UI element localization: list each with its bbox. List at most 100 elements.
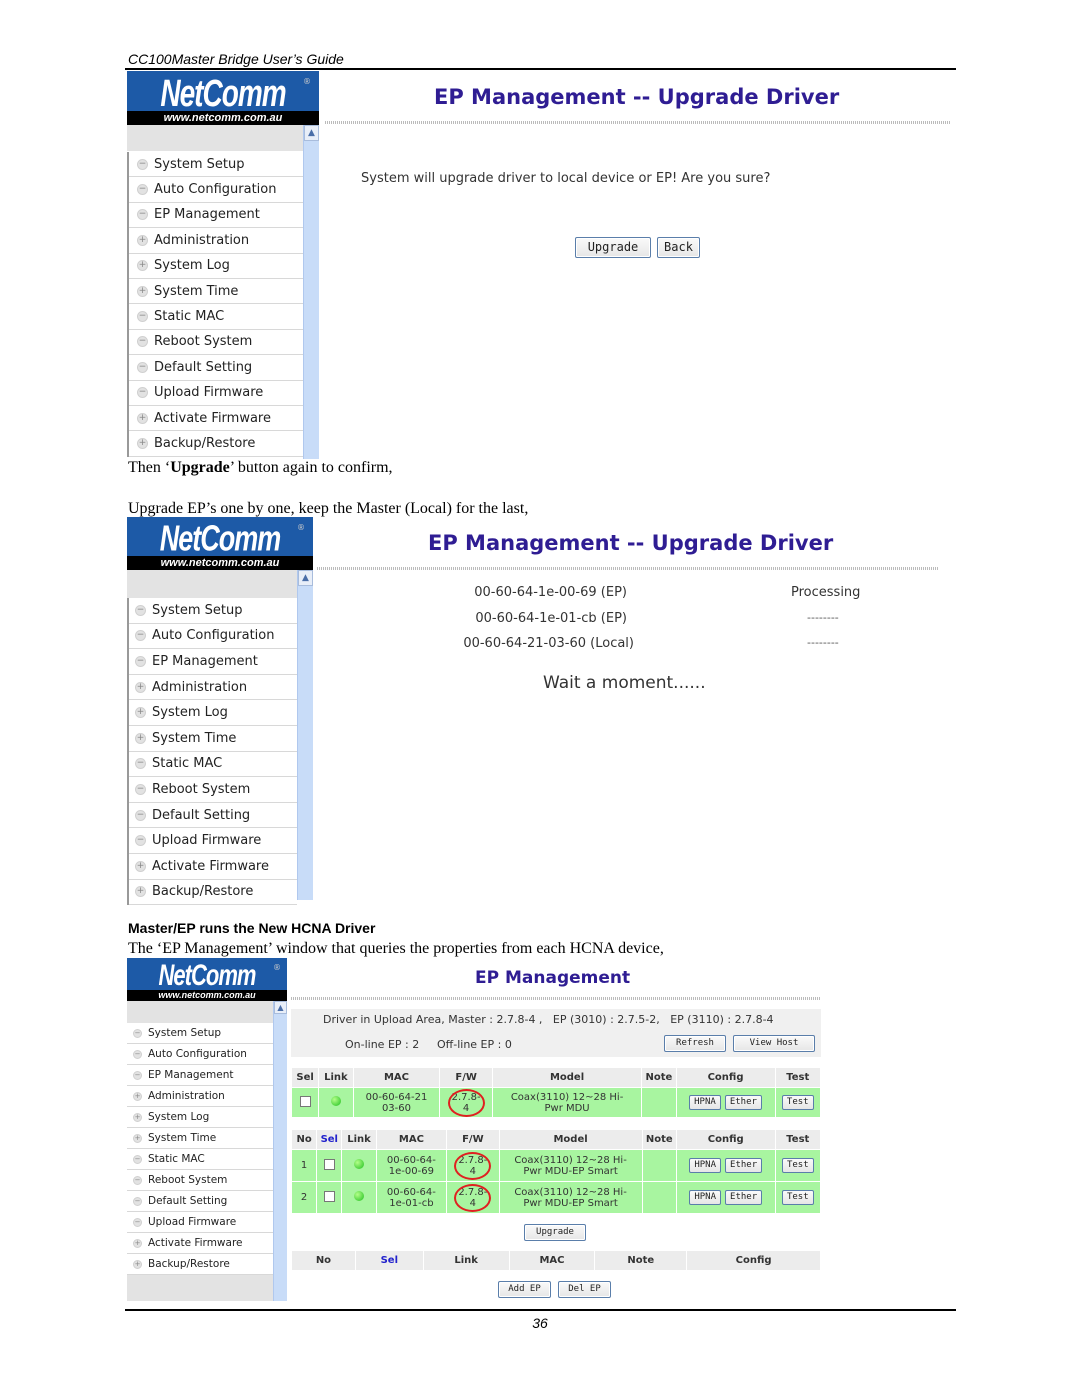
page-title: EP Management -- Upgrade Driver	[428, 531, 834, 555]
sidebar-item-backup-restore[interactable]: + Backup/Restore	[129, 431, 303, 457]
ether-button[interactable]: Ether	[725, 1190, 763, 1205]
sidebar-item-static-mac[interactable]: − Static MAC	[127, 1149, 273, 1170]
sidebar-item-label: EP Management	[152, 653, 258, 669]
test-button[interactable]: Test	[781, 1158, 814, 1173]
sidebar-item-activate-firmware[interactable]: + Activate Firmware	[127, 1233, 273, 1254]
online-ep-count: On-line EP : 2	[345, 1038, 420, 1051]
hpna-button[interactable]: HPNA	[689, 1095, 721, 1110]
sidebar-item-label: Backup/Restore	[154, 435, 256, 451]
netcomm-logo: NetComm ® www.netcomm.com.au	[127, 517, 313, 570]
sidebar-item-static-mac[interactable]: − Static MAC	[129, 751, 297, 778]
device-mac: 00-60-64-1e-01-cb (EP)	[475, 611, 627, 626]
screenshot-ep-management: NetComm ® www.netcomm.com.au ▲ − System S…	[127, 958, 823, 1301]
ether-button[interactable]: Ether	[724, 1095, 762, 1110]
collapse-minus-icon: −	[133, 1196, 142, 1206]
device-status: Processing	[791, 585, 861, 600]
sidebar-item-label: Default Setting	[148, 1195, 228, 1207]
sidebar-item-ep-management[interactable]: − EP Management	[129, 202, 303, 229]
collapse-minus-icon: −	[137, 311, 148, 323]
expand-plus-icon: +	[135, 886, 146, 898]
sidebar-item-backup-restore[interactable]: + Backup/Restore	[129, 879, 297, 906]
sidebar-item-system-log[interactable]: + System Log	[127, 1107, 273, 1128]
sidebar-item-administration[interactable]: + Administration	[127, 1086, 273, 1107]
sidebar-scrollbar[interactable]: ▲	[273, 1001, 287, 1301]
sidebar-item-system-setup[interactable]: − System Setup	[129, 152, 303, 178]
test-button[interactable]: Test	[781, 1190, 814, 1205]
sidebar-item-static-mac[interactable]: − Static MAC	[129, 304, 303, 330]
static-ep-table-header: No Sel Link MAC Note Config	[291, 1250, 821, 1271]
sidebar-item-default-setting[interactable]: − Default Setting	[129, 355, 303, 381]
sidebar-item-system-log[interactable]: + System Log	[129, 700, 297, 726]
select-checkbox[interactable]	[299, 1095, 311, 1107]
sidebar-scrollbar[interactable]: ▲	[303, 125, 319, 459]
title-divider	[291, 997, 821, 1000]
sidebar-item-upload-firmware[interactable]: − Upload Firmware	[127, 1212, 273, 1233]
refresh-button[interactable]: Refresh	[664, 1035, 726, 1052]
scroll-up-icon[interactable]: ▲	[304, 125, 319, 141]
section-heading: Master/EP runs the New HCNA Driver	[128, 920, 376, 936]
sidebar-item-ep-management[interactable]: − EP Management	[127, 1065, 273, 1086]
sidebar-item-default-setting[interactable]: − Default Setting	[129, 802, 297, 829]
expand-plus-icon: +	[135, 681, 146, 693]
sidebar-item-label: Static MAC	[148, 1153, 205, 1165]
sidebar-item-system-setup[interactable]: − System Setup	[129, 598, 297, 624]
sidebar-item-backup-restore[interactable]: + Backup/Restore	[127, 1254, 273, 1275]
confirm-message: System will upgrade driver to local devi…	[361, 171, 771, 186]
test-button[interactable]: Test	[781, 1095, 814, 1110]
view-host-button[interactable]: View Host	[733, 1035, 815, 1052]
sidebar-item-auto-configuration[interactable]: − Auto Configuration	[129, 177, 303, 203]
netcomm-logo: NetComm ® www.netcomm.com.au	[127, 958, 287, 1001]
sidebar-item-label: Activate Firmware	[154, 410, 271, 426]
sidebar-scrollbar[interactable]: ▲	[297, 570, 313, 900]
upgrade-button[interactable]: Upgrade	[575, 237, 651, 258]
sidebar-item-default-setting[interactable]: − Default Setting	[127, 1191, 273, 1212]
link-status-icon	[354, 1191, 364, 1201]
sidebar-item-label: System Time	[154, 283, 239, 299]
scroll-up-icon[interactable]: ▲	[298, 570, 313, 586]
sidebar-item-reboot-system[interactable]: − Reboot System	[127, 1170, 273, 1191]
sidebar-item-label: Activate Firmware	[148, 1237, 243, 1249]
expand-plus-icon: +	[133, 1133, 142, 1143]
title-divider	[325, 121, 951, 124]
select-checkbox[interactable]	[323, 1158, 335, 1170]
sidebar-item-system-time[interactable]: + System Time	[129, 725, 297, 752]
select-checkbox[interactable]	[323, 1190, 335, 1202]
collapse-minus-icon: −	[133, 1217, 142, 1227]
collapse-minus-icon: −	[133, 1049, 142, 1059]
sidebar-item-activate-firmware[interactable]: + Activate Firmware	[129, 405, 303, 432]
ether-button[interactable]: Ether	[725, 1158, 763, 1173]
sidebar-item-upload-firmware[interactable]: − Upload Firmware	[129, 380, 303, 406]
upgrade-button[interactable]: Upgrade	[524, 1224, 586, 1241]
back-button[interactable]: Back	[657, 237, 700, 258]
del-ep-button[interactable]: Del EP	[558, 1281, 611, 1298]
page-number: 36	[532, 1315, 548, 1331]
hpna-button[interactable]: HPNA	[689, 1158, 722, 1173]
sidebar-item-label: System Setup	[154, 156, 245, 172]
sidebar-item-administration[interactable]: + Administration	[129, 228, 303, 254]
device-mac: 00-60-64-21-03-60 (Local)	[463, 636, 634, 651]
sidebar-item-ep-management[interactable]: − EP Management	[129, 649, 297, 675]
hpna-button[interactable]: HPNA	[689, 1190, 722, 1205]
collapse-minus-icon: −	[135, 630, 146, 642]
sidebar-item-label: Reboot System	[148, 1174, 228, 1186]
sidebar-item-label: Backup/Restore	[152, 884, 254, 900]
sidebar-item-upload-firmware[interactable]: − Upload Firmware	[129, 828, 297, 854]
sidebar-item-system-setup[interactable]: − System Setup	[127, 1023, 273, 1044]
collapse-minus-icon: −	[137, 387, 148, 399]
sidebar-item-system-time[interactable]: + System Time	[127, 1128, 273, 1149]
collapse-minus-icon: −	[135, 835, 146, 847]
sidebar-item-reboot-system[interactable]: − Reboot System	[129, 777, 297, 803]
collapse-minus-icon: −	[133, 1154, 142, 1164]
sidebar-item-system-time[interactable]: + System Time	[129, 278, 303, 305]
add-ep-button[interactable]: Add EP	[498, 1281, 551, 1298]
sidebar-item-auto-configuration[interactable]: − Auto Configuration	[127, 1044, 273, 1065]
master-table-header: Sel Link MAC F/W Model Note Config Test	[290, 1067, 821, 1088]
scroll-up-icon[interactable]: ▲	[274, 1001, 287, 1014]
sidebar-item-system-log[interactable]: + System Log	[129, 253, 303, 279]
wait-message: Wait a moment......	[543, 673, 706, 693]
footer-rule	[125, 1309, 956, 1311]
sidebar-item-administration[interactable]: + Administration	[129, 674, 297, 701]
sidebar-item-auto-configuration[interactable]: − Auto Configuration	[129, 623, 297, 650]
sidebar-item-activate-firmware[interactable]: + Activate Firmware	[129, 853, 297, 880]
sidebar-item-reboot-system[interactable]: − Reboot System	[129, 329, 303, 356]
